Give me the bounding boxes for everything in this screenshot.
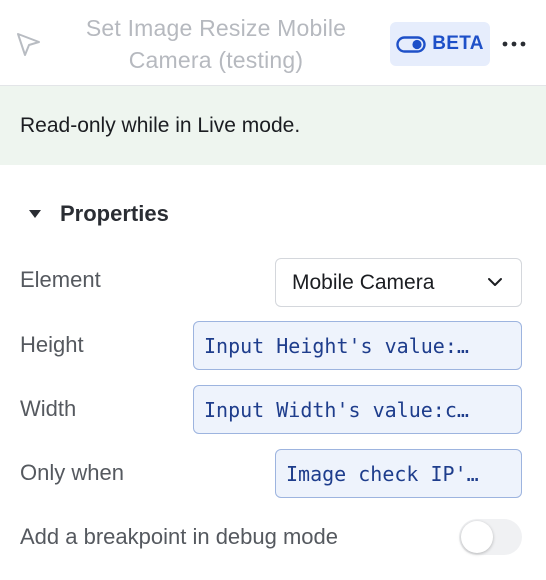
chevron-down-icon: [488, 278, 502, 286]
breakpoint-toggle[interactable]: [459, 519, 522, 555]
live-mode-notice: Read-only while in Live mode.: [0, 86, 546, 165]
section-title: Properties: [60, 201, 169, 226]
toggle-icon: [396, 35, 426, 53]
breakpoint-label: Add a breakpoint in debug mode: [20, 524, 339, 549]
element-label: Element: [20, 267, 101, 292]
more-dots-icon[interactable]: [500, 30, 528, 58]
element-select[interactable]: Mobile Camera: [275, 258, 522, 307]
cursor-pointer-icon: [17, 33, 40, 56]
beta-label: BETA: [432, 33, 484, 54]
workflow-action-panel: Set Image Resize Mobile Camera (testing)…: [0, 0, 546, 580]
caret-down-icon: [29, 210, 41, 218]
width-expression-field[interactable]: Input Width's value:c…: [193, 385, 522, 434]
action-title: Set Image Resize Mobile Camera (testing): [85, 15, 347, 73]
panel-header: Set Image Resize Mobile Camera (testing)…: [0, 0, 546, 86]
only-when-expression-field[interactable]: Image check IP'…: [275, 449, 522, 498]
beta-toggle-button[interactable]: BETA: [390, 22, 490, 66]
notice-text: Read-only while in Live mode.: [20, 113, 301, 137]
properties-section-toggle[interactable]: Properties: [28, 197, 169, 231]
height-expression-value: Input Height's value:…: [204, 333, 469, 358]
width-label: Width: [20, 396, 77, 421]
element-select-value: Mobile Camera: [292, 270, 435, 294]
height-expression-field[interactable]: Input Height's value:…: [193, 321, 522, 370]
only-when-label: Only when: [20, 460, 124, 485]
toggle-knob: [461, 521, 493, 553]
height-label: Height: [20, 332, 84, 357]
width-expression-value: Input Width's value:c…: [204, 397, 469, 422]
only-when-expression-value: Image check IP'…: [286, 461, 479, 486]
